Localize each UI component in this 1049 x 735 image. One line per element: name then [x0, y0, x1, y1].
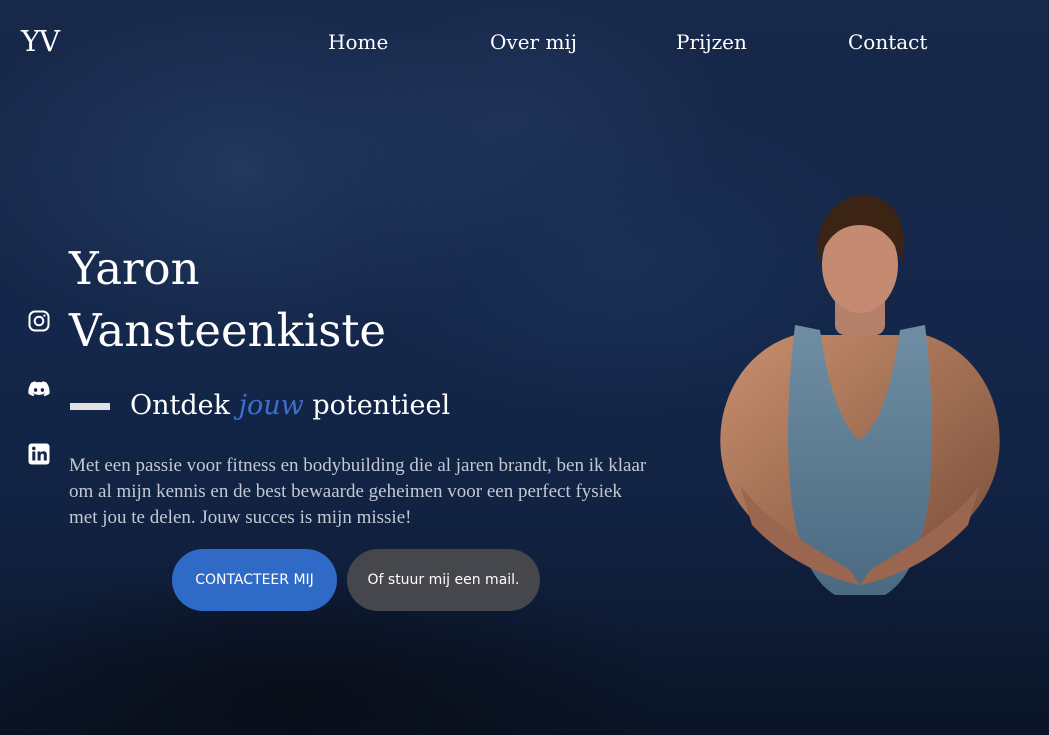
hero-name: Yaron Vansteenkiste — [69, 242, 387, 357]
mail-button[interactable]: Of stuur mij een mail. — [347, 549, 540, 611]
intro-text: Met een passie voor fitness en bodybuild… — [69, 455, 647, 528]
tagline-post: potentieel — [303, 390, 451, 421]
nav-over-mij[interactable]: Over mij — [490, 30, 577, 54]
nav-contact[interactable]: Contact — [848, 30, 927, 54]
portrait-image — [720, 194, 1000, 595]
nav-home[interactable]: Home — [328, 30, 388, 54]
linkedin-icon[interactable] — [27, 442, 51, 466]
discord-icon[interactable] — [27, 377, 51, 401]
tagline-pre: Ontdek — [130, 390, 239, 421]
tagline-dash — [70, 403, 110, 410]
tagline: Ontdek jouw potentieel — [130, 388, 450, 424]
contact-button[interactable]: CONTACTEER MIJ — [172, 549, 337, 611]
instagram-icon[interactable] — [27, 309, 51, 333]
nav-prijzen[interactable]: Prijzen — [676, 30, 747, 54]
main-nav: Home Over mij Prijzen Contact — [0, 30, 1049, 60]
tagline-accent: jouw — [238, 390, 304, 421]
